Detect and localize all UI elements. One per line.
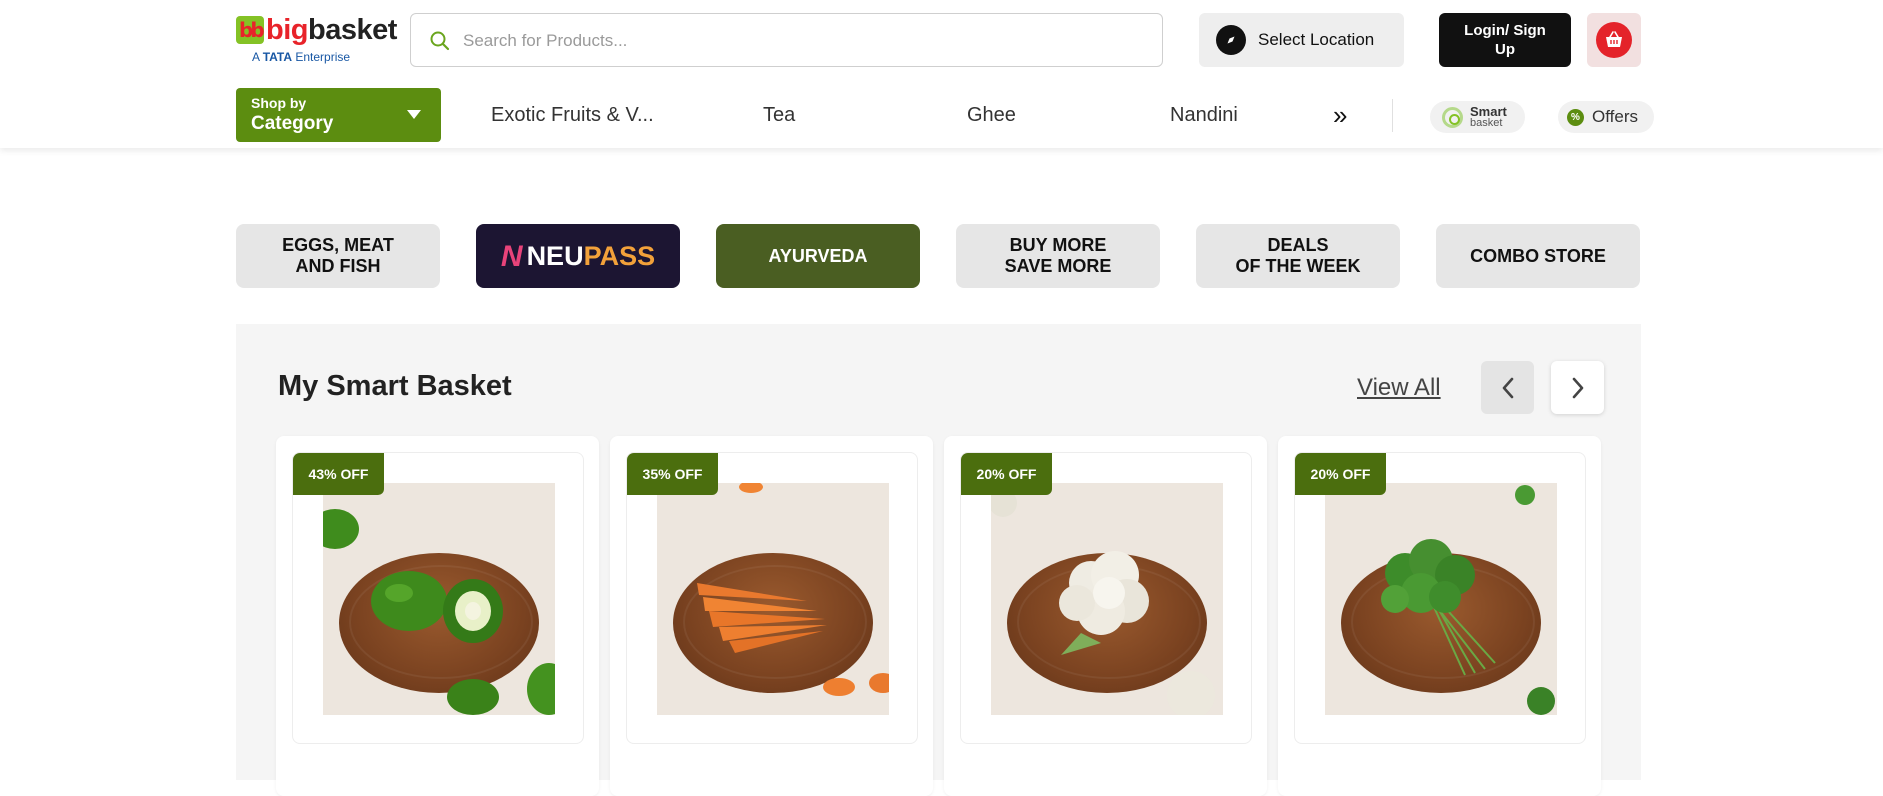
discount-badge: 20% OFF — [1295, 453, 1386, 495]
neupass-logo-icon: N — [500, 239, 523, 273]
smart-basket-icon — [1442, 107, 1463, 128]
bigbasket-logo[interactable]: bb bigbasket A TATA Enterprise — [236, 14, 397, 68]
smart-basket-section: My Smart Basket View All 43% OFF 35% OFF… — [236, 324, 1641, 796]
select-location-button[interactable]: Select Location — [1199, 13, 1404, 67]
tile-buy-more-save-more[interactable]: BUY MORE SAVE MORE — [956, 224, 1160, 288]
header: bb bigbasket A TATA Enterprise Select Lo… — [0, 0, 1883, 148]
smart-basket-link[interactable]: Smart basket — [1430, 101, 1525, 133]
discount-badge: 43% OFF — [293, 453, 384, 495]
compass-icon — [1216, 25, 1246, 55]
nav-more-icon[interactable]: » — [1333, 100, 1347, 131]
chevron-down-icon — [407, 110, 421, 119]
coriander-image[interactable] — [1325, 483, 1557, 715]
nav-item-tea[interactable]: Tea — [763, 104, 795, 127]
shop-by-category-button[interactable]: Shop by Category — [236, 88, 441, 142]
offers-label: Offers — [1592, 107, 1638, 126]
cart-button[interactable] — [1587, 13, 1641, 67]
tile-ayurveda[interactable]: AYURVEDA — [716, 224, 920, 288]
logo-tagline: A TATA Enterprise — [252, 50, 351, 64]
carousel-next-button[interactable] — [1551, 361, 1604, 414]
tile-combo-store[interactable]: COMBO STORE — [1436, 224, 1640, 288]
product-card[interactable]: 35% OFF — [610, 436, 933, 796]
discount-badge: 20% OFF — [961, 453, 1052, 495]
offers-icon: % — [1567, 108, 1584, 126]
search-bar — [410, 13, 1163, 67]
nav-divider — [1392, 99, 1393, 132]
capsicum-illustration — [323, 509, 555, 715]
neupass-label-neu: NEU — [526, 240, 584, 271]
capsicum-image[interactable] — [323, 483, 555, 715]
product-image-frame: 20% OFF — [1294, 452, 1586, 744]
chevron-right-icon — [1572, 377, 1583, 398]
neupass-label-pass: PASS — [583, 240, 656, 271]
logo-mark: bb — [236, 16, 265, 44]
carrot-image[interactable] — [657, 483, 889, 715]
product-card[interactable]: 20% OFF — [1278, 436, 1601, 796]
chevron-left-icon — [1502, 377, 1513, 398]
product-card[interactable]: 20% OFF — [944, 436, 1267, 796]
product-image-frame: 43% OFF — [292, 452, 584, 744]
nav-item-nandini[interactable]: Nandini — [1170, 104, 1238, 127]
cauliflower-illustration — [991, 489, 1215, 715]
coriander-illustration — [1381, 485, 1555, 715]
carrot-illustration — [697, 483, 889, 696]
cauliflower-image[interactable] — [991, 483, 1223, 715]
offers-link[interactable]: % Offers — [1558, 101, 1654, 133]
select-location-label: Select Location — [1258, 30, 1375, 49]
nav-item-exotic-fruits[interactable]: Exotic Fruits & V... — [491, 104, 654, 127]
product-image-frame: 35% OFF — [626, 452, 918, 744]
smart-basket-label-line2: basket — [1470, 117, 1503, 129]
tile-deals-of-the-week[interactable]: DEALS OF THE WEEK — [1196, 224, 1400, 288]
nav-item-ghee[interactable]: Ghee — [967, 104, 1016, 127]
tile-eggs-meat-fish[interactable]: EGGS, MEAT AND FISH — [236, 224, 440, 288]
product-image-frame: 20% OFF — [960, 452, 1252, 744]
section-title: My Smart Basket — [278, 370, 512, 402]
discount-badge: 35% OFF — [627, 453, 718, 495]
logo-wordmark: bigbasket — [266, 14, 397, 46]
category-button-top: Shop by — [251, 95, 307, 111]
view-all-link[interactable]: View All — [1357, 374, 1441, 402]
basket-icon — [1596, 22, 1632, 58]
tile-neupass[interactable]: N NEU PASS — [476, 224, 680, 288]
search-icon[interactable] — [429, 30, 451, 52]
product-card[interactable]: 43% OFF — [276, 436, 599, 796]
login-signup-button[interactable]: Login/ Sign Up — [1439, 13, 1571, 67]
carousel-prev-button[interactable] — [1481, 361, 1534, 414]
search-input[interactable] — [463, 24, 1143, 58]
